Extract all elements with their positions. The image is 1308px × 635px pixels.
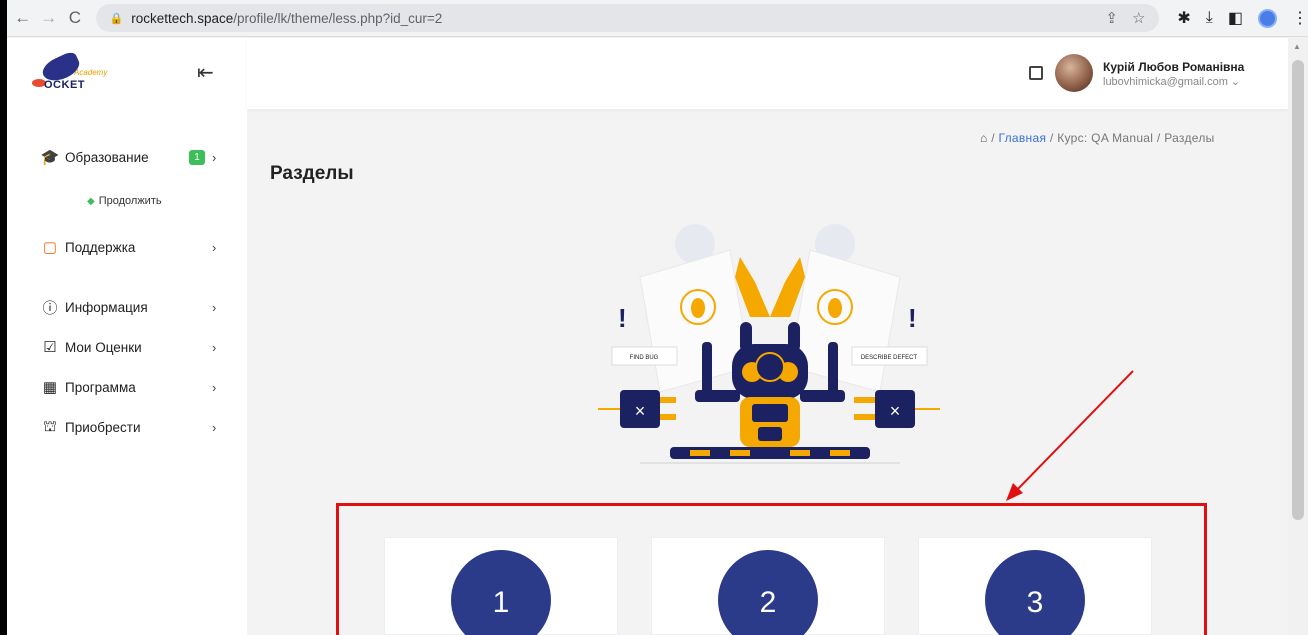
section-card-2[interactable]: 2 bbox=[651, 537, 885, 635]
section-number: 1 bbox=[451, 550, 551, 635]
section-number: 3 bbox=[985, 550, 1085, 635]
left-edge-strip bbox=[0, 0, 7, 635]
section-number: 2 bbox=[718, 550, 818, 635]
section-card-1[interactable]: 1 bbox=[384, 537, 618, 635]
section-card-3[interactable]: 3 bbox=[918, 537, 1152, 635]
